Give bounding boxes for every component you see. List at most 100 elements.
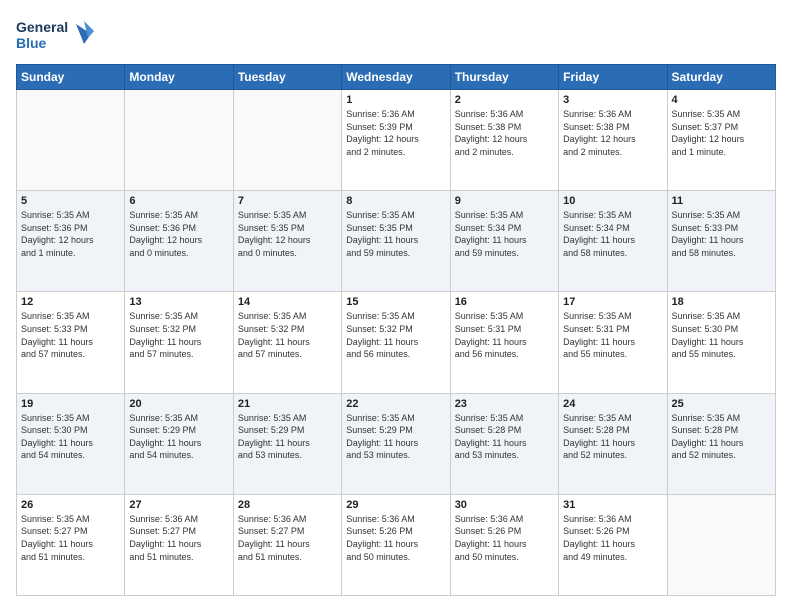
day-number: 6: [129, 195, 228, 207]
header-sunday: Sunday: [17, 65, 125, 90]
calendar-cell: 28 Sunrise: 5:36 AM Sunset: 5:27 PM Dayli…: [233, 494, 341, 595]
calendar-cell: 16Sunrise: 5:35 AM Sunset: 5:31 PM Dayli…: [450, 292, 558, 393]
day-number: 19: [21, 398, 120, 410]
day-number: 27: [129, 499, 228, 511]
day-info: Sunrise: 5:35 AM Sunset: 5:36 PM Dayligh…: [21, 209, 120, 259]
day-info: Sunrise: 5:36 AM Sunset: 5:38 PM Dayligh…: [563, 108, 662, 158]
calendar-cell: 12 Sunrise: 5:35 AM Sunset: 5:33 PM Dayli…: [17, 292, 125, 393]
day-number: 20: [129, 398, 228, 410]
calendar-cell: 29Sunrise: 5:36 AM Sunset: 5:26 PM Dayli…: [342, 494, 450, 595]
day-info: Sunrise: 5:35 AM Sunset: 5:32 PM Dayligh…: [238, 310, 337, 360]
day-info: Sunrise: 5:35 AM Sunset: 5:29 PM Dayligh…: [346, 412, 445, 462]
calendar-cell: 11 Sunrise: 5:35 AM Sunset: 5:33 PM Dayli…: [667, 191, 775, 292]
logo-icon: General Blue: [16, 16, 96, 54]
calendar-cell: 14 Sunrise: 5:35 AM Sunset: 5:32 PM Dayli…: [233, 292, 341, 393]
calendar-cell: 13 Sunrise: 5:35 AM Sunset: 5:32 PM Dayli…: [125, 292, 233, 393]
day-number: 14: [238, 296, 337, 308]
day-info: Sunrise: 5:35 AM Sunset: 5:28 PM Dayligh…: [455, 412, 554, 462]
day-info: Sunrise: 5:35 AM Sunset: 5:29 PM Dayligh…: [238, 412, 337, 462]
calendar-cell: 31Sunrise: 5:36 AM Sunset: 5:26 PM Dayli…: [559, 494, 667, 595]
calendar-week-row: 19 Sunrise: 5:35 AM Sunset: 5:30 PM Dayli…: [17, 393, 776, 494]
day-number: 5: [21, 195, 120, 207]
day-number: 9: [455, 195, 554, 207]
day-info: Sunrise: 5:35 AM Sunset: 5:28 PM Dayligh…: [672, 412, 771, 462]
day-info: Sunrise: 5:35 AM Sunset: 5:29 PM Dayligh…: [129, 412, 228, 462]
calendar-cell: [233, 90, 341, 191]
day-info: Sunrise: 5:35 AM Sunset: 5:35 PM Dayligh…: [346, 209, 445, 259]
day-number: 22: [346, 398, 445, 410]
day-info: Sunrise: 5:35 AM Sunset: 5:32 PM Dayligh…: [129, 310, 228, 360]
calendar-cell: 9 Sunrise: 5:35 AM Sunset: 5:34 PM Daylig…: [450, 191, 558, 292]
day-number: 8: [346, 195, 445, 207]
day-info: Sunrise: 5:35 AM Sunset: 5:32 PM Dayligh…: [346, 310, 445, 360]
day-info: Sunrise: 5:35 AM Sunset: 5:37 PM Dayligh…: [672, 108, 771, 158]
calendar-cell: 19 Sunrise: 5:35 AM Sunset: 5:30 PM Dayli…: [17, 393, 125, 494]
calendar-cell: [17, 90, 125, 191]
day-info: Sunrise: 5:35 AM Sunset: 5:34 PM Dayligh…: [563, 209, 662, 259]
day-number: 2: [455, 94, 554, 106]
day-number: 15: [346, 296, 445, 308]
day-number: 12: [21, 296, 120, 308]
day-info: Sunrise: 5:35 AM Sunset: 5:28 PM Dayligh…: [563, 412, 662, 462]
calendar-cell: 26 Sunrise: 5:35 AM Sunset: 5:27 PM Dayli…: [17, 494, 125, 595]
day-info: Sunrise: 5:35 AM Sunset: 5:36 PM Dayligh…: [129, 209, 228, 259]
calendar-cell: 4 Sunrise: 5:35 AM Sunset: 5:37 PM Daylig…: [667, 90, 775, 191]
calendar-cell: 7Sunrise: 5:35 AM Sunset: 5:35 PM Daylig…: [233, 191, 341, 292]
day-number: 23: [455, 398, 554, 410]
header: General Blue: [16, 16, 776, 54]
day-number: 13: [129, 296, 228, 308]
day-info: Sunrise: 5:35 AM Sunset: 5:33 PM Dayligh…: [672, 209, 771, 259]
calendar-week-row: 12 Sunrise: 5:35 AM Sunset: 5:33 PM Dayli…: [17, 292, 776, 393]
page: General Blue Sunday Monday Tuesday Wedne…: [0, 0, 792, 612]
calendar-cell: 10 Sunrise: 5:35 AM Sunset: 5:34 PM Dayli…: [559, 191, 667, 292]
day-info: Sunrise: 5:36 AM Sunset: 5:27 PM Dayligh…: [238, 513, 337, 563]
calendar-cell: 8 Sunrise: 5:35 AM Sunset: 5:35 PM Daylig…: [342, 191, 450, 292]
day-number: 7: [238, 195, 337, 207]
day-info: Sunrise: 5:36 AM Sunset: 5:26 PM Dayligh…: [563, 513, 662, 563]
day-info: Sunrise: 5:35 AM Sunset: 5:27 PM Dayligh…: [21, 513, 120, 563]
day-number: 11: [672, 195, 771, 207]
day-info: Sunrise: 5:36 AM Sunset: 5:39 PM Dayligh…: [346, 108, 445, 158]
header-wednesday: Wednesday: [342, 65, 450, 90]
day-number: 28: [238, 499, 337, 511]
day-number: 17: [563, 296, 662, 308]
day-number: 10: [563, 195, 662, 207]
calendar-cell: 21 Sunrise: 5:35 AM Sunset: 5:29 PM Dayli…: [233, 393, 341, 494]
day-info: Sunrise: 5:35 AM Sunset: 5:33 PM Dayligh…: [21, 310, 120, 360]
calendar-week-row: 5 Sunrise: 5:35 AM Sunset: 5:36 PM Daylig…: [17, 191, 776, 292]
calendar-cell: 15 Sunrise: 5:35 AM Sunset: 5:32 PM Dayli…: [342, 292, 450, 393]
calendar-cell: 22 Sunrise: 5:35 AM Sunset: 5:29 PM Dayli…: [342, 393, 450, 494]
header-tuesday: Tuesday: [233, 65, 341, 90]
svg-text:Blue: Blue: [16, 35, 47, 51]
calendar-cell: [667, 494, 775, 595]
day-number: 3: [563, 94, 662, 106]
day-number: 30: [455, 499, 554, 511]
day-number: 1: [346, 94, 445, 106]
calendar-table: Sunday Monday Tuesday Wednesday Thursday…: [16, 64, 776, 596]
day-number: 26: [21, 499, 120, 511]
day-info: Sunrise: 5:36 AM Sunset: 5:26 PM Dayligh…: [455, 513, 554, 563]
header-thursday: Thursday: [450, 65, 558, 90]
calendar-week-row: 1 Sunrise: 5:36 AM Sunset: 5:39 PM Daylig…: [17, 90, 776, 191]
day-info: Sunrise: 5:36 AM Sunset: 5:26 PM Dayligh…: [346, 513, 445, 563]
calendar-cell: 23 Sunrise: 5:35 AM Sunset: 5:28 PM Dayli…: [450, 393, 558, 494]
calendar-cell: [125, 90, 233, 191]
svg-text:General: General: [16, 19, 68, 35]
day-number: 21: [238, 398, 337, 410]
calendar-cell: 24Sunrise: 5:35 AM Sunset: 5:28 PM Dayli…: [559, 393, 667, 494]
day-number: 16: [455, 296, 554, 308]
logo: General Blue: [16, 16, 96, 54]
weekday-header-row: Sunday Monday Tuesday Wednesday Thursday…: [17, 65, 776, 90]
header-friday: Friday: [559, 65, 667, 90]
calendar-week-row: 26 Sunrise: 5:35 AM Sunset: 5:27 PM Dayli…: [17, 494, 776, 595]
day-info: Sunrise: 5:35 AM Sunset: 5:30 PM Dayligh…: [672, 310, 771, 360]
calendar-cell: 6 Sunrise: 5:35 AM Sunset: 5:36 PM Daylig…: [125, 191, 233, 292]
day-number: 18: [672, 296, 771, 308]
day-info: Sunrise: 5:36 AM Sunset: 5:27 PM Dayligh…: [129, 513, 228, 563]
calendar-cell: 5 Sunrise: 5:35 AM Sunset: 5:36 PM Daylig…: [17, 191, 125, 292]
day-number: 25: [672, 398, 771, 410]
day-info: Sunrise: 5:35 AM Sunset: 5:30 PM Dayligh…: [21, 412, 120, 462]
day-info: Sunrise: 5:35 AM Sunset: 5:34 PM Dayligh…: [455, 209, 554, 259]
day-number: 4: [672, 94, 771, 106]
calendar-cell: 3 Sunrise: 5:36 AM Sunset: 5:38 PM Daylig…: [559, 90, 667, 191]
